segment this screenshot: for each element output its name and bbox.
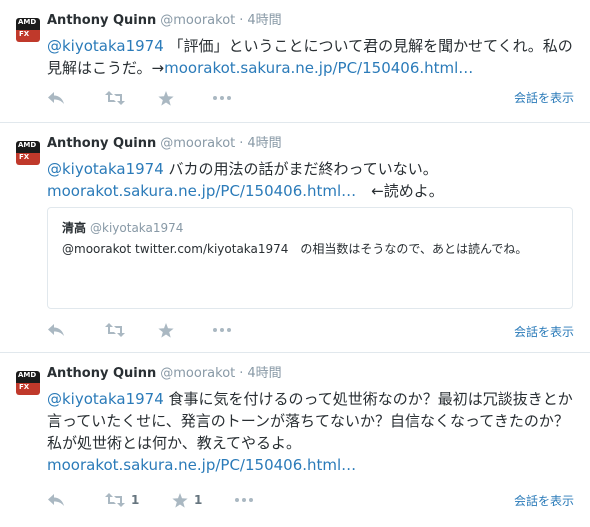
tweet-header: Anthony Quinn @moorakot · 4時間	[47, 12, 282, 30]
mention-link[interactable]: @kiyotaka1974	[47, 390, 164, 408]
view-conversation-link[interactable]: 会話を表示	[514, 323, 574, 340]
separator-dot: ·	[239, 136, 244, 151]
timeline: AMD FX Anthony Quinn @moorakot · 4時間 @kiyot…	[0, 0, 590, 527]
star-icon	[172, 492, 188, 508]
tweet[interactable]: AMD FX Anthony Quinn @moorakot · 4時間 @kiyot…	[0, 353, 590, 527]
tweet-text: @kiyotaka1974 「評価」ということについて君の見解を聞かせてくれ。私…	[47, 35, 577, 79]
favorite-count: 1	[194, 493, 203, 507]
star-icon[interactable]	[158, 320, 174, 340]
reply-icon[interactable]	[47, 490, 65, 510]
more-icon[interactable]	[235, 490, 253, 510]
quoted-header: 清高 @kiyotaka1974	[62, 220, 183, 236]
reply-icon[interactable]	[47, 320, 65, 340]
star-icon[interactable]	[158, 88, 174, 108]
retweet-icon[interactable]	[105, 88, 125, 108]
user-name[interactable]: Anthony Quinn	[47, 136, 156, 151]
tweet-text: @kiyotaka1974 食事に気を付けるのって処世術なのか？最初は冗談抜きと…	[47, 388, 577, 476]
separator-dot: ·	[239, 13, 244, 28]
tweet-body: バカの用法の話がまだ終わっていない。	[163, 160, 438, 178]
mention-link[interactable]: @kiyotaka1974	[47, 37, 164, 55]
more-icon[interactable]	[213, 320, 231, 340]
mention-link[interactable]: @kiyotaka1974	[47, 160, 164, 178]
separator-dot: ·	[239, 366, 244, 381]
user-handle[interactable]: @moorakot	[160, 366, 235, 381]
reply-icon[interactable]	[47, 88, 65, 108]
url-link[interactable]: moorakot.sakura.ne.jp/PC/150406.html…	[47, 182, 356, 200]
tweet-header: Anthony Quinn @moorakot · 4時間	[47, 135, 282, 153]
timestamp[interactable]: 4時間	[247, 366, 281, 381]
quoted-user-name: 清高	[62, 221, 87, 235]
retweet-icon	[105, 493, 125, 507]
tweet-header: Anthony Quinn @moorakot · 4時間	[47, 365, 282, 383]
quoted-text: @moorakot twitter.com/kiyotaka1974 の相当数は…	[62, 242, 528, 256]
tweet[interactable]: AMD FX Anthony Quinn @moorakot · 4時間 @kiyot…	[0, 0, 590, 123]
retweet-icon[interactable]	[105, 320, 125, 340]
tweet-text: @kiyotaka1974 バカの用法の話がまだ終わっていない。 moorakot…	[47, 158, 577, 202]
retweet-count: 1	[131, 493, 140, 507]
avatar[interactable]: AMD FX	[16, 371, 40, 395]
view-conversation-link[interactable]: 会話を表示	[514, 89, 574, 106]
favorite-button[interactable]: 1	[172, 490, 202, 510]
user-name[interactable]: Anthony Quinn	[47, 13, 156, 28]
tweet-body-after: ←読めよ。	[356, 182, 444, 200]
quoted-tweet[interactable]: 清高 @kiyotaka1974 @moorakot twitter.com/ki…	[47, 207, 573, 309]
url-link[interactable]: moorakot.sakura.ne.jp/PC/150406.html…	[47, 456, 356, 474]
user-name[interactable]: Anthony Quinn	[47, 366, 156, 381]
avatar[interactable]: AMD FX	[16, 18, 40, 42]
avatar[interactable]: AMD FX	[16, 141, 40, 165]
timestamp[interactable]: 4時間	[247, 13, 281, 28]
retweet-button[interactable]: 1	[105, 490, 139, 510]
url-link[interactable]: moorakot.sakura.ne.jp/PC/150406.html…	[164, 59, 473, 77]
user-handle[interactable]: @moorakot	[160, 13, 235, 28]
tweet[interactable]: AMD FX Anthony Quinn @moorakot · 4時間 @kiyot…	[0, 123, 590, 353]
more-icon[interactable]	[213, 88, 231, 108]
view-conversation-link[interactable]: 会話を表示	[514, 492, 574, 509]
quoted-user-handle: @kiyotaka1974	[90, 221, 184, 235]
user-handle[interactable]: @moorakot	[160, 136, 235, 151]
timestamp[interactable]: 4時間	[247, 136, 281, 151]
